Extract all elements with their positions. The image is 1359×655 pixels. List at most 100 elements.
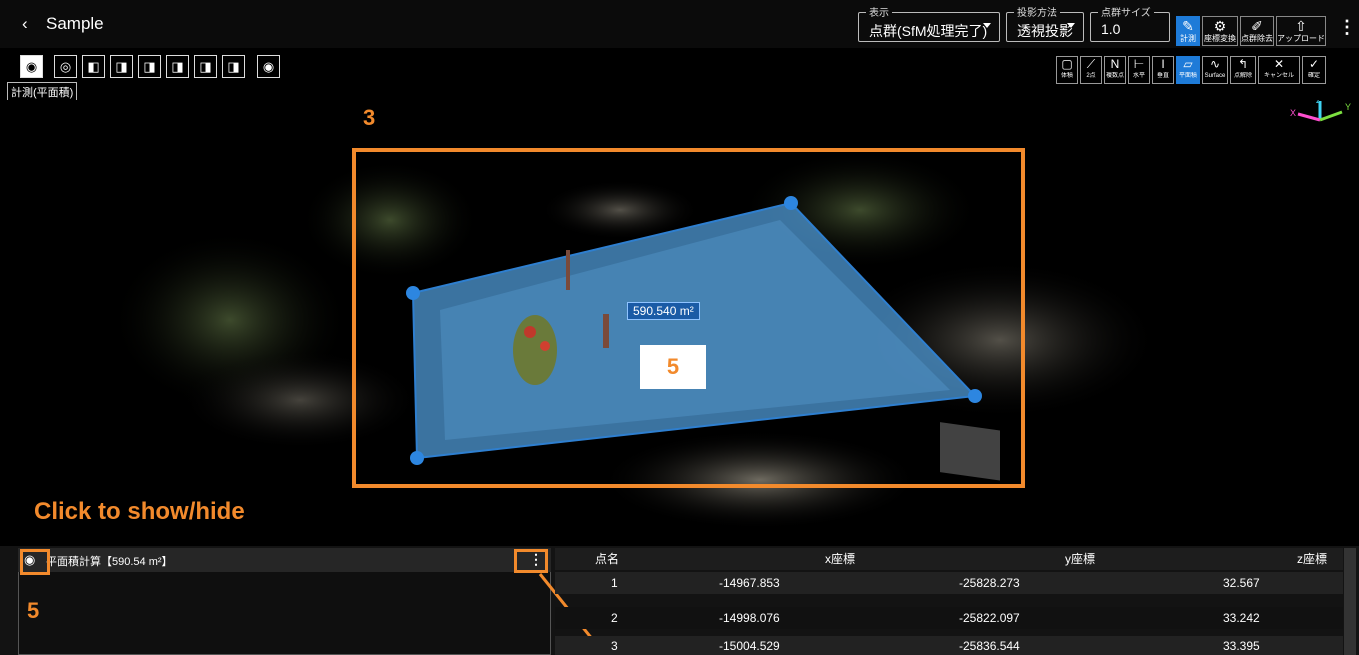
multi-point-icon: N — [1110, 57, 1120, 71]
display-value: 点群(SfM処理完了) — [869, 23, 988, 39]
measure-surface-button[interactable]: ∿ Surface — [1202, 56, 1228, 84]
measure-label: 体積 — [1060, 73, 1073, 79]
projection-select[interactable]: 投影方法 透視投影 — [1006, 4, 1084, 42]
back-button[interactable]: ‹ — [22, 14, 28, 34]
measure-label: Surface — [1204, 73, 1226, 79]
column-header: z座標 — [1297, 552, 1328, 566]
cell-z: 32.567 — [1223, 576, 1260, 590]
measure-vertical-button[interactable]: I 垂直 — [1152, 56, 1174, 84]
more-menu-icon[interactable]: ⋮ — [1338, 17, 1356, 38]
volume-icon: ▢ — [1061, 57, 1073, 71]
tool-label: アップロード — [1277, 34, 1325, 43]
projection-label: 投影方法 — [1014, 4, 1060, 19]
close-icon: ✕ — [1273, 57, 1285, 71]
tool-label: 計測 — [1180, 34, 1196, 43]
display-label: 表示 — [866, 4, 892, 19]
measure-multi-point-button[interactable]: N 複数点 — [1104, 56, 1126, 84]
vertex-4 — [410, 451, 424, 465]
annotation-highlight-menu — [514, 549, 548, 573]
undo-icon: ↰ — [1237, 57, 1249, 71]
tool-label: 座標変換 — [1204, 34, 1236, 43]
cell-y: -25828.273 — [959, 576, 1020, 590]
axis-z-label: Z — [1316, 100, 1322, 105]
projection-value: 透視投影 — [1017, 23, 1073, 39]
camera-icon[interactable]: ◉ — [20, 55, 43, 78]
coordinate-icon: ⚙ — [1213, 18, 1227, 34]
annotation-highlight-eye — [20, 549, 50, 575]
point-cloud-canvas: Z X Y — [110, 95, 1351, 530]
axis-y-label: Y — [1345, 102, 1351, 112]
cell-x: -15004.529 — [719, 639, 780, 653]
point-cloud-viewport[interactable]: Z X Y — [0, 95, 1359, 544]
measure-label: 点解除 — [1233, 73, 1252, 79]
tool-upload-button[interactable]: ⇧ アップロード — [1276, 16, 1326, 46]
cell-x: -14998.076 — [719, 611, 780, 625]
point-size-value: 1.0 — [1101, 21, 1121, 37]
area-measurement-label: 590.540 m² — [627, 302, 700, 320]
cube-left-icon[interactable]: ◨ — [166, 55, 189, 78]
annotation-label-5: 5 — [640, 345, 706, 389]
cube-right-icon[interactable]: ◨ — [194, 55, 217, 78]
column-header: y座標 — [1065, 552, 1096, 566]
horizontal-icon: ⊢ — [1133, 57, 1145, 71]
vertex-2 — [784, 196, 798, 210]
chevron-down-icon — [983, 23, 991, 28]
cell-point: 1 — [611, 576, 618, 590]
two-point-icon: ⟋ — [1086, 57, 1096, 71]
cube-front-icon[interactable]: ◨ — [110, 55, 133, 78]
target-icon[interactable]: ◎ — [54, 55, 77, 78]
table-scrollbar[interactable] — [1344, 548, 1356, 655]
page-title: Sample — [46, 14, 104, 33]
measure-label: キャンセル — [1263, 73, 1294, 79]
measure-two-point-button[interactable]: ⟋ 2点 — [1080, 56, 1102, 84]
surface-icon: ∿ — [1209, 57, 1221, 71]
cell-z: 33.395 — [1223, 639, 1260, 653]
tooltip: 計測(平面積) — [7, 82, 78, 102]
point-size-label: 点群サイズ — [1098, 4, 1154, 19]
column-header: 点名 — [595, 552, 620, 566]
cell-y: -25822.097 — [959, 611, 1020, 625]
measure-cancel-button[interactable]: ✕ キャンセル — [1258, 56, 1300, 84]
eye-icon[interactable]: ◉ — [257, 55, 280, 78]
measure-label: 垂直 — [1156, 73, 1169, 79]
point-size-field[interactable]: 点群サイズ 1.0 — [1090, 4, 1170, 42]
tool-coordinate-button[interactable]: ⚙ 座標変換 — [1202, 16, 1238, 46]
eraser-icon: ✐ — [1251, 18, 1263, 34]
cell-z: 33.242 — [1223, 611, 1260, 625]
measure-horizontal-button[interactable]: ⊢ 水平 — [1128, 56, 1150, 84]
table-row[interactable]: 1 -14967.853 -25828.273 32.567 — [555, 572, 1343, 594]
cube-view-icon[interactable]: ◧ — [82, 55, 105, 78]
measure-label: 水平 — [1132, 73, 1145, 79]
cell-x: -14967.853 — [719, 576, 780, 590]
measure-plane-area-button[interactable]: ▱ 平面積 — [1176, 56, 1200, 84]
measure-label: 確定 — [1307, 73, 1320, 79]
measure-label: 2点 — [1086, 73, 1096, 79]
measurement-item-title: 平面積計算【590.54 m²】 — [46, 556, 173, 568]
tool-label: 点群除去 — [1241, 34, 1273, 43]
table-row[interactable]: 3 -15004.529 -25836.544 33.395 — [555, 636, 1343, 655]
annotation-show-hide: Click to show/hide — [34, 498, 245, 525]
axis-x-label: X — [1290, 108, 1296, 118]
display-select[interactable]: 表示 点群(SfM処理完了) — [858, 4, 1000, 42]
check-icon: ✓ — [1308, 57, 1320, 71]
annotation-label-3: 3 — [363, 105, 376, 130]
vertex-1 — [406, 286, 420, 300]
annotation-label-5-bottom: 5 — [27, 598, 40, 623]
tool-measure-button[interactable]: ✎ 計測 — [1176, 16, 1200, 46]
column-header: x座標 — [825, 552, 856, 566]
table-row[interactable]: 2 -14998.076 -25822.097 33.242 — [555, 607, 1343, 629]
cube-top-icon[interactable]: ◨ — [222, 55, 245, 78]
measure-undo-button[interactable]: ↰ 点解除 — [1230, 56, 1256, 84]
cube-back-icon[interactable]: ◨ — [138, 55, 161, 78]
measure-label: 平面積 — [1178, 73, 1197, 79]
measure-volume-button[interactable]: ▢ 体積 — [1056, 56, 1078, 84]
tool-eraser-button[interactable]: ✐ 点群除去 — [1240, 16, 1274, 46]
upload-icon: ⇧ — [1295, 18, 1307, 34]
measure-confirm-button[interactable]: ✓ 確定 — [1302, 56, 1326, 84]
vertex-3 — [968, 389, 982, 403]
cell-point: 3 — [611, 639, 618, 653]
cell-y: -25836.544 — [959, 639, 1020, 653]
plane-area-icon: ▱ — [1183, 57, 1193, 71]
measure-label: 複数点 — [1105, 73, 1124, 79]
chevron-down-icon — [1067, 23, 1075, 28]
